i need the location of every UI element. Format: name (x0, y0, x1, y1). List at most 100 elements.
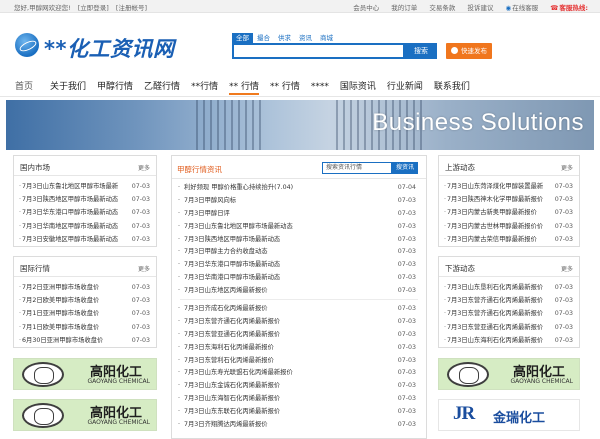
top-bar-right: 会员中心 我的订单 交易条款 投诉建议 ◉在线客服 ☎客服热线: (343, 2, 588, 12)
list-item[interactable]: 7月3日甲醇日评07-03 (172, 208, 426, 221)
panel-title: 上游动态 (445, 163, 475, 172)
trade-terms-link[interactable]: 交易条款 (429, 4, 455, 12)
list-item[interactable]: 7月3日山东东联石化丙烯最新报价07-03 (172, 406, 426, 419)
search-button[interactable]: 搜索 (405, 43, 437, 59)
list-item[interactable]: 7月3日东营齐通石化丙烯最新报价07-03 (172, 316, 426, 329)
upstream-panel: 上游动态 更多 7月3日山东菏泽煤化甲醇装置最新07-03 7月3日陕西神木化学… (438, 155, 580, 247)
main-nav: 首页 关于我们 甲醇行情 乙醛行情 **行情 ** 行情 ** 行情 **** … (15, 80, 481, 95)
nav-item-market-c[interactable]: ** 行情 (270, 80, 300, 95)
search-tab-match[interactable]: 撮合 (253, 33, 274, 43)
nav-item-market-b[interactable]: ** 行情 (229, 80, 259, 95)
site-logo[interactable]: **化工资讯网 (15, 33, 195, 61)
member-center-link[interactable]: 会员中心 (353, 4, 379, 12)
top-bar-left: 您好,甲醇网欢迎您! [立即登录] [注册帐号] (14, 2, 152, 12)
gaoyang-ad-banner[interactable]: 高阳化工 GAOYANG CHEMICAL (13, 399, 157, 431)
search-tab-mall[interactable]: 商城 (316, 33, 337, 43)
list-item[interactable]: 7月1日欧美甲醇市场收盘价07-03 (14, 321, 156, 334)
list-item[interactable]: 7月2日欧美甲醇市场收盘价07-03 (14, 294, 156, 307)
nav-item-about[interactable]: 关于我们 (50, 80, 86, 95)
news-list: 7月3日齐成石化丙烯最新报价07-03 7月3日东营齐通石化丙烯最新报价07-0… (172, 303, 426, 432)
list-item[interactable]: 7月3日华南港口甲醇市场最新动态07-03 (172, 272, 426, 285)
my-orders-link[interactable]: 我的订单 (391, 4, 417, 12)
list-divider (180, 299, 418, 301)
nav-item-methanol[interactable]: 甲醇行情 (97, 80, 133, 95)
list-item[interactable]: 7月3日山东鲁北地区甲醇市场最新动态07-03 (172, 221, 426, 234)
list-item[interactable]: 7月3日山东地区丙烯最新报价07-03 (172, 285, 426, 298)
nav-item-acetaldehyde[interactable]: 乙醛行情 (144, 80, 180, 95)
nav-item-market-d[interactable]: **** (311, 80, 329, 95)
banner-building-image (196, 100, 266, 150)
nav-divider (0, 96, 600, 97)
list-item[interactable]: 7月3日东营齐通石化丙烯最新报价07-03 (439, 307, 579, 320)
panel-title: 国内市场 (20, 163, 50, 172)
list-item[interactable]: 7月3日山东寿光联盟石化丙烯最新报价07-03 (172, 367, 426, 380)
globe-icon (15, 33, 39, 57)
more-link[interactable]: 更多 (138, 264, 150, 273)
nav-item-home[interactable]: 首页 (15, 80, 33, 95)
more-link[interactable]: 更多 (561, 163, 573, 172)
list-item[interactable]: 7月3日齐翔腾达丙烯最新报价07-03 (172, 419, 426, 432)
nav-item-intl-news[interactable]: 国际资讯 (340, 80, 376, 95)
more-link[interactable]: 更多 (138, 163, 150, 172)
list-item[interactable]: 7月3日东营亚通石化丙烯最新报价07-03 (172, 329, 426, 342)
list-item[interactable]: 7月3日内蒙古新奥甲醇最新报价07-03 (439, 206, 579, 219)
list-item[interactable]: 7月3日陕西地区甲醇市场最新动态07-03 (14, 193, 156, 206)
panel-title: 国际行情 (20, 264, 50, 273)
nav-item-industry-news[interactable]: 行业新闻 (387, 80, 423, 95)
list-item[interactable]: 7月3日陕西地区甲醇市场最新动态07-03 (172, 234, 426, 247)
list-item[interactable]: 7月3日陕西神木化学甲醇最新报价07-03 (439, 193, 579, 206)
list-item[interactable]: 7月3日华东港口甲醇市场最新动态07-03 (14, 206, 156, 219)
list-item[interactable]: 7月3日内蒙古荣信甲醇最新报价07-03 (439, 233, 579, 246)
search-tab-news[interactable]: 资讯 (295, 33, 316, 43)
list-item[interactable]: 7月3日东营齐通石化丙烯最新报价07-03 (439, 294, 579, 307)
nav-item-contact[interactable]: 联系我们 (434, 80, 470, 95)
list-item[interactable]: 6月30日亚洲甲醇市场收盘价07-03 (14, 334, 156, 347)
hero-banner: Business Solutions (6, 100, 594, 150)
list-item[interactable]: 7月3日安徽地区甲醇市场最新动态07-03 (14, 233, 156, 246)
panel-header: 国内市场 更多 (14, 156, 156, 176)
list-item[interactable]: 7月3日华东港口甲醇市场最新动态07-03 (172, 259, 426, 272)
hotline-text: ☎客服热线: (550, 4, 588, 12)
panel-title: 甲醇行情资讯 (177, 165, 222, 174)
list-item[interactable]: 7月3日山东垦利石化丙烯最新报价07-03 (439, 281, 579, 294)
list-item[interactable]: 7月3日东营利石化丙烯最新报价07-03 (172, 355, 426, 368)
chat-icon: ◉ (505, 4, 512, 12)
list-item[interactable]: 7月3日山东鲁北地区甲醇市场最新07-03 (14, 180, 156, 193)
banner-title: Business Solutions (372, 109, 584, 136)
list-item[interactable]: 7月3日华南地区甲醇市场最新动态07-03 (14, 220, 156, 233)
news-list: 7月3日山东菏泽煤化甲醇装置最新07-03 7月3日陕西神木化学甲醇最新报价07… (439, 176, 579, 246)
list-item[interactable]: 7月3日东海利石化丙烯最新报价07-03 (172, 342, 426, 355)
jinrui-logo: JR (453, 403, 475, 424)
nav-item-market-a[interactable]: **行情 (191, 80, 218, 95)
gaoyang-ad-banner[interactable]: 高阳化工 GAOYANG CHEMICAL (13, 358, 157, 390)
list-item[interactable]: 利好频现 甲醇价格重心持续抬升(7.04)07-04 (172, 182, 426, 195)
phone-icon: ☎ (550, 4, 559, 12)
quick-publish-button[interactable]: 快速发布 (446, 43, 492, 59)
search-tab-supply[interactable]: 供求 (274, 33, 295, 43)
online-service-link[interactable]: ◉在线客服 (506, 4, 539, 12)
list-item[interactable]: 7月2日亚洲甲醇市场收盘价07-03 (14, 281, 156, 294)
top-bar: 您好,甲醇网欢迎您! [立即登录] [注册帐号] 会员中心 我的订单 交易条款 … (0, 0, 600, 13)
search-input[interactable] (232, 43, 405, 59)
list-item[interactable]: 7月3日东营亚通石化丙烯最新报价07-03 (439, 321, 579, 334)
gaoyang-ad-banner[interactable]: 高阳化工 GAOYANG CHEMICAL (438, 358, 580, 390)
search-tab-all[interactable]: 全部 (232, 33, 253, 43)
jinrui-ad-banner[interactable]: JR 金瑞化工 (438, 399, 580, 431)
news-search-button[interactable]: 搜资讯 (392, 162, 418, 174)
list-item[interactable]: 7月3日山东菏泽煤化甲醇装置最新07-03 (439, 180, 579, 193)
list-item[interactable]: 7月3日山东海利石化丙烯最新报价07-03 (439, 334, 579, 347)
more-link[interactable]: 更多 (561, 264, 573, 273)
list-item[interactable]: 7月3日内蒙古世林甲醇最新报价价07-03 (439, 220, 579, 233)
list-item[interactable]: 7月3日甲醇风向标07-03 (172, 195, 426, 208)
complaint-link[interactable]: 投诉建议 (467, 4, 493, 12)
news-search-input[interactable]: 搜索资讯行情 (322, 162, 392, 174)
downstream-panel: 下游动态 更多 7月3日山东垦利石化丙烯最新报价07-03 7月3日东营齐通石化… (438, 256, 580, 348)
list-item[interactable]: 7月3日齐成石化丙烯最新报价07-03 (172, 303, 426, 316)
search-tabs: 全部 撮合 供求 资讯 商城 (232, 33, 337, 43)
login-link[interactable]: [立即登录] (78, 4, 109, 12)
list-item[interactable]: 7月1日亚洲甲醇市场收盘价07-03 (14, 307, 156, 320)
list-item[interactable]: 7月3日甲醇主力合约收盘动态07-03 (172, 246, 426, 259)
list-item[interactable]: 7月3日山东金诚石化丙烯最新报价07-03 (172, 380, 426, 393)
list-item[interactable]: 7月3日山东海智石化丙烯最新报价07-03 (172, 393, 426, 406)
register-link[interactable]: [注册帐号] (116, 4, 147, 12)
